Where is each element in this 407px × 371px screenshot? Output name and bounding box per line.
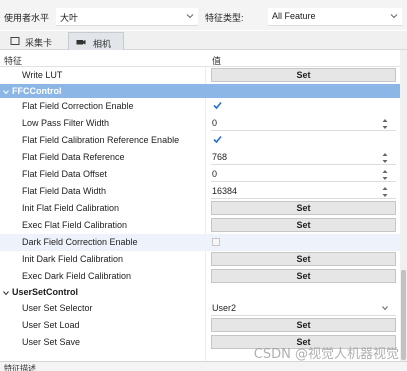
chevron-down-icon — [390, 12, 398, 20]
table-row[interactable]: Write LUT Set — [0, 67, 400, 84]
field-value: 0 — [212, 169, 218, 179]
table-row[interactable]: Low Pass Filter Width 0 — [0, 115, 400, 132]
table-row[interactable]: Flat Field Data Offset 0 — [0, 166, 400, 183]
table-row[interactable]: Exec Dark Field Calibration Set — [0, 268, 400, 285]
table-row[interactable]: Flat Field Correction Enable — [0, 98, 400, 115]
dark-field-correction-checkbox[interactable] — [212, 238, 220, 246]
feature-label: Exec Dark Field Calibration — [22, 271, 132, 281]
usage-level-value: 大叶 — [60, 13, 79, 23]
flat-field-data-reference-input[interactable] — [211, 150, 396, 165]
feature-label: Low Pass Filter Width — [22, 118, 110, 128]
feature-label: Dark Field Correction Enable — [22, 237, 138, 247]
spin-arrows-icon[interactable] — [382, 169, 388, 181]
category-label: UserSetControl — [12, 287, 79, 297]
field-value: 768 — [212, 152, 228, 162]
chevron-down-icon — [382, 305, 388, 311]
checkmark-icon[interactable] — [213, 135, 222, 144]
feature-label: User Set Selector — [22, 303, 93, 313]
feature-description-panel: 特征描述 — [0, 361, 407, 371]
chevron-down-icon — [186, 12, 194, 20]
exec-flat-field-calibration-set-button[interactable]: Set — [211, 218, 396, 232]
category-label: FFCControl — [12, 86, 62, 96]
table-row[interactable]: User Set Load Set — [0, 317, 400, 334]
table-row[interactable]: Init Flat Field Calibration Set — [0, 200, 400, 217]
field-value: User2 — [212, 303, 237, 313]
scrollbar-thumb[interactable] — [401, 270, 406, 360]
feature-grid: Write LUT Set FFCControl Flat Field Corr… — [0, 67, 400, 361]
user-set-selector-select[interactable] — [211, 301, 396, 316]
feature-type-label: 特征类型: — [205, 13, 244, 23]
feature-label: Init Dark Field Calibration — [22, 254, 124, 264]
field-value: 0 — [212, 118, 218, 128]
feature-label: Flat Field Data Width — [22, 186, 107, 196]
flat-field-data-offset-input[interactable] — [211, 167, 396, 182]
collapse-caret-icon[interactable] — [3, 89, 9, 95]
checkmark-icon[interactable] — [213, 101, 222, 110]
usage-level-select[interactable]: 大叶 — [56, 8, 198, 26]
usage-level-label: 使用者水平 — [4, 13, 50, 23]
collapse-caret-icon[interactable] — [3, 290, 9, 296]
tab-label: 采集卡 — [25, 38, 53, 48]
low-pass-filter-width-input[interactable] — [211, 116, 396, 131]
tab-label: 相机 — [93, 39, 112, 49]
feature-label: Exec Flat Field Calibration — [22, 220, 128, 230]
feature-type-value: All Feature — [272, 11, 316, 21]
table-row[interactable]: Exec Flat Field Calibration Set — [0, 217, 400, 234]
tab-bar: 采集卡 相机 — [0, 31, 407, 50]
table-row[interactable]: Dark Field Correction Enable — [0, 234, 400, 251]
spin-arrows-icon[interactable] — [382, 152, 388, 164]
feature-label: Flat Field Calibration Reference Enable — [22, 135, 180, 145]
table-row[interactable]: Flat Field Data Reference 768 — [0, 149, 400, 166]
flat-field-data-width-input[interactable] — [211, 184, 396, 199]
camera-icon — [76, 37, 86, 47]
feature-label: Flat Field Data Offset — [22, 169, 107, 179]
feature-description-label: 特征描述 — [4, 364, 36, 371]
spin-arrows-icon[interactable] — [382, 186, 388, 198]
table-row[interactable]: Flat Field Calibration Reference Enable — [0, 132, 400, 149]
feature-label: User Set Save — [22, 337, 81, 347]
table-row[interactable]: User Set Selector User2 — [0, 300, 400, 317]
category-row-ffccontrol[interactable]: FFCControl — [0, 84, 400, 98]
feature-label: Init Flat Field Calibration — [22, 203, 120, 213]
user-set-load-set-button[interactable]: Set — [211, 318, 396, 332]
category-row-usersetcontrol[interactable]: UserSetControl — [0, 285, 400, 300]
feature-label: Flat Field Correction Enable — [22, 101, 134, 111]
feature-label: Flat Field Data Reference — [22, 152, 125, 162]
feature-label: Write LUT — [22, 70, 63, 80]
write-lut-set-button[interactable]: Set — [211, 68, 396, 82]
init-dark-field-calibration-set-button[interactable]: Set — [211, 252, 396, 266]
init-flat-field-calibration-set-button[interactable]: Set — [211, 201, 396, 215]
tab-camera[interactable]: 相机 — [68, 32, 124, 50]
filter-bar: 使用者水平 大叶 特征类型: All Feature — [0, 0, 407, 30]
feature-label: User Set Load — [22, 320, 80, 330]
table-row[interactable]: Flat Field Data Width 16384 — [0, 183, 400, 200]
table-header: 特征 值 — [0, 50, 400, 67]
watermark: CSDN @视觉人机器视觉 — [253, 347, 399, 362]
column-header-feature: 特征 — [4, 56, 23, 66]
exec-dark-field-calibration-set-button[interactable]: Set — [211, 269, 396, 283]
field-value: 16384 — [212, 186, 238, 196]
tab-capture-card[interactable]: 采集卡 — [4, 32, 66, 50]
column-header-value: 值 — [212, 56, 222, 66]
table-row[interactable]: Init Dark Field Calibration Set — [0, 251, 400, 268]
feature-type-select[interactable]: All Feature — [268, 8, 402, 26]
capture-card-icon — [10, 36, 20, 46]
spin-arrows-icon[interactable] — [382, 118, 388, 130]
